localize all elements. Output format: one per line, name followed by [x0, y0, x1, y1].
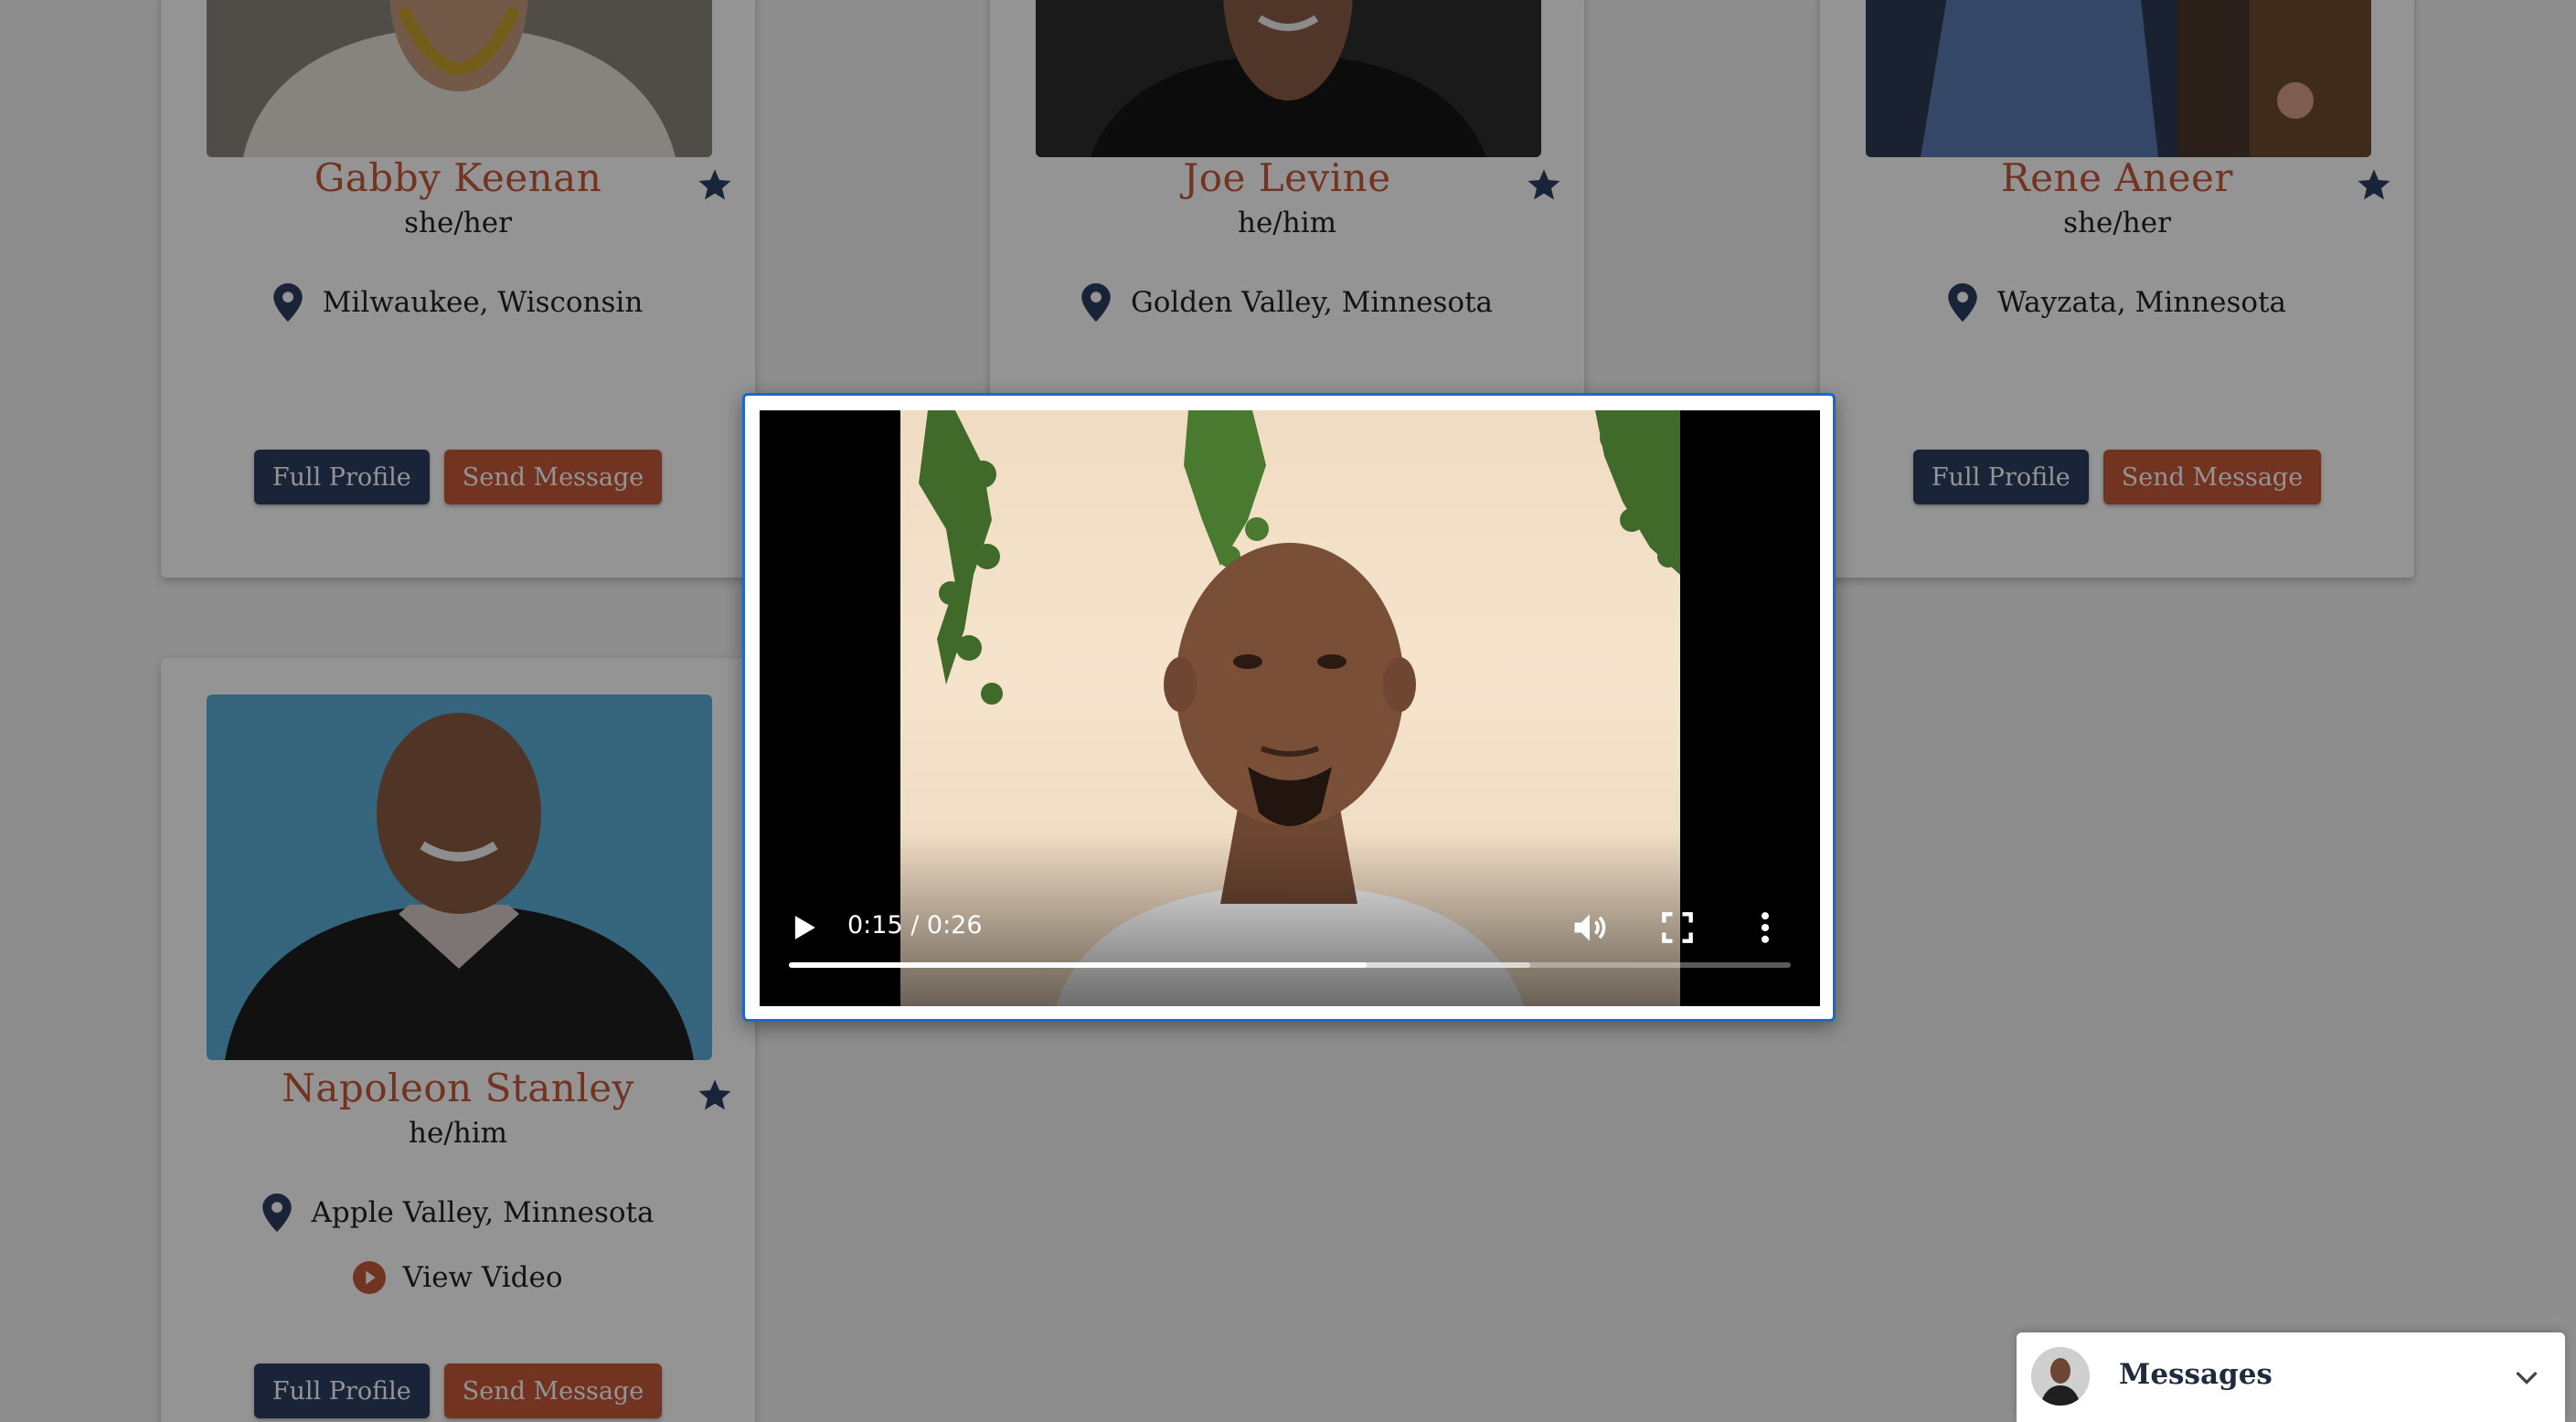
avatar: [2031, 1347, 2090, 1406]
time-display: 0:15 / 0:26: [847, 911, 983, 939]
fullscreen-icon[interactable]: [1657, 907, 1698, 948]
chevron-down-icon[interactable]: [2510, 1362, 2543, 1395]
video-player[interactable]: 0:15 / 0:26: [760, 410, 1820, 1006]
messages-bar[interactable]: Messages: [2017, 1332, 2565, 1422]
more-options-icon[interactable]: [1745, 907, 1785, 948]
messages-title: Messages: [2119, 1358, 2273, 1391]
video-modal: 0:15 / 0:26: [742, 393, 1836, 1022]
play-icon[interactable]: [783, 907, 824, 948]
progress-played: [789, 962, 1368, 968]
volume-icon[interactable]: [1570, 907, 1610, 948]
progress-bar[interactable]: [789, 962, 1791, 968]
video-controls: 0:15 / 0:26: [760, 887, 1820, 1006]
